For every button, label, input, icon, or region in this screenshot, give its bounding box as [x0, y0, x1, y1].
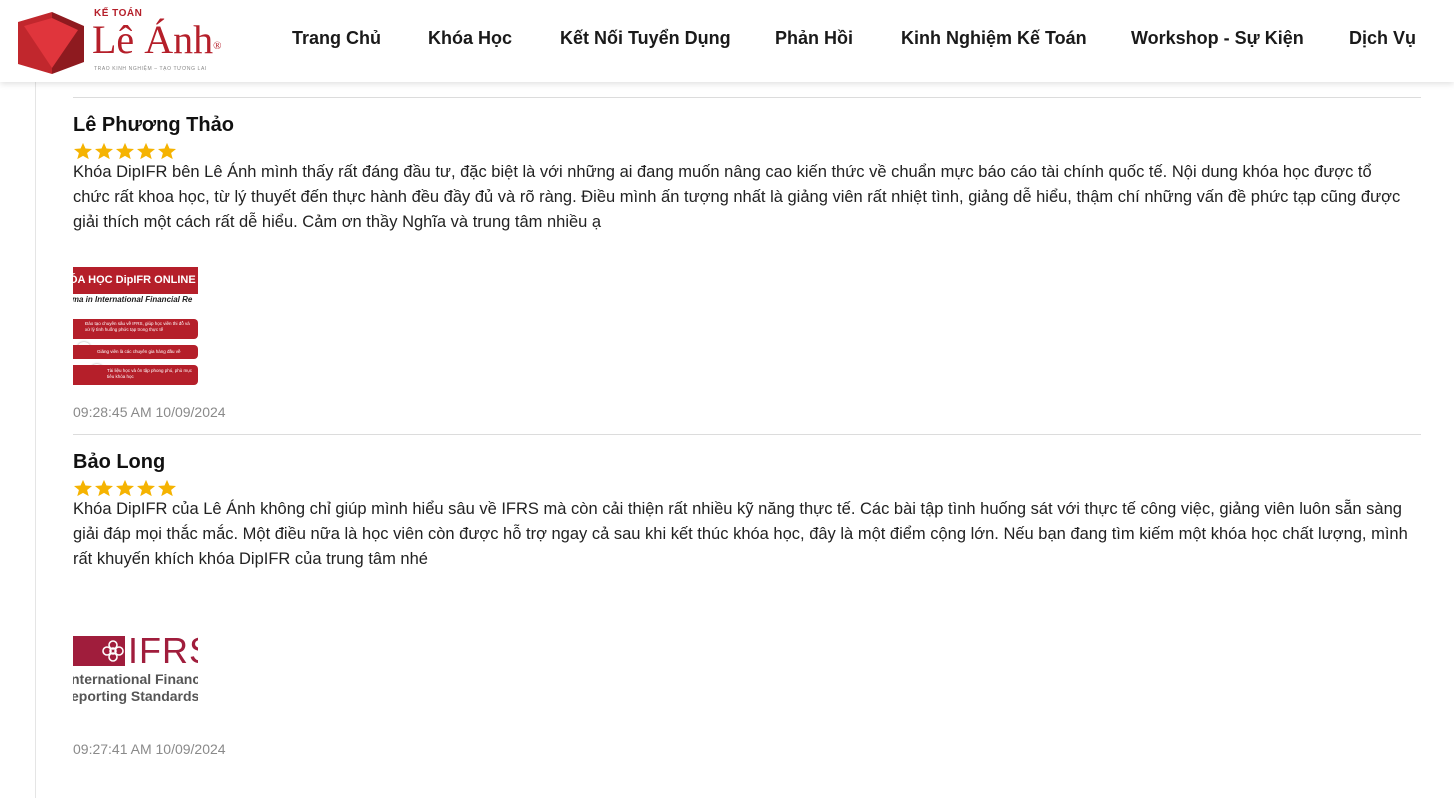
review-item: Lê Phương Thảo Khóa DipIFR bên Lê Ánh mì…: [73, 114, 1413, 424]
star-rating: [73, 479, 178, 497]
nav-item-dich-vu[interactable]: Dịch Vụ: [1349, 28, 1416, 49]
logo-mark-icon: [18, 12, 84, 74]
review-image-dipifr[interactable]: ÓA HỌC DipIFR ONLINE oma in Internationa…: [73, 267, 198, 385]
star-icon: [116, 479, 134, 497]
image-row: Giảng viên là các chuyên gia hàng đầu về: [73, 345, 198, 359]
image-title: ÓA HỌC DipIFR ONLINE: [73, 267, 198, 294]
nav-item-ket-noi-tuyen-dung[interactable]: Kết Nối Tuyển Dụng: [560, 28, 731, 49]
star-icon: [158, 479, 176, 497]
review-text: Khóa DipIFR của Lê Ánh không chỉ giúp mì…: [73, 500, 1408, 568]
ifrs-flower-icon: [102, 640, 124, 662]
logo-tagline: TRAO KINH NGHIỆM – TẠO TƯƠNG LAI: [94, 66, 207, 72]
star-icon: [95, 479, 113, 497]
star-icon: [74, 479, 92, 497]
star-icon: [158, 142, 176, 160]
review-text: Khóa DipIFR bên Lê Ánh mình thấy rất đán…: [73, 163, 1401, 231]
content-left-border: [35, 82, 36, 798]
reviewer-name: Bảo Long: [73, 451, 166, 473]
image-row: Đào tạo chuyên sâu về IFRS, giúp học viê…: [73, 319, 198, 339]
review-image-ifrs[interactable]: IFRS nternational Financia eporting Stan…: [73, 631, 198, 711]
ifrs-caption-line: eporting Standards: [73, 688, 198, 704]
nav-item-trang-chu[interactable]: Trang Chủ: [292, 28, 381, 49]
ifrs-logo-block: [73, 636, 125, 666]
ifrs-caption-line: nternational Financia: [73, 671, 198, 687]
star-rating: [73, 142, 178, 160]
review-divider: [73, 434, 1421, 435]
site-header: KẾ TOÁN Lê Ánh® TRAO KINH NGHIỆM – TẠO T…: [0, 0, 1454, 82]
review-timestamp: 09:27:41 AM 10/09/2024: [73, 741, 226, 757]
review-item: Bảo Long Khóa DipIFR của Lê Ánh không ch…: [73, 451, 1413, 771]
logo-name: Lê Ánh®: [92, 17, 222, 62]
brand-logo[interactable]: KẾ TOÁN Lê Ánh® TRAO KINH NGHIỆM – TẠO T…: [18, 8, 228, 76]
review-timestamp: 09:28:45 AM 10/09/2024: [73, 404, 226, 420]
nav-item-khoa-hoc[interactable]: Khóa Học: [428, 28, 512, 49]
reviewer-name: Lê Phương Thảo: [73, 114, 234, 136]
star-icon: [95, 142, 113, 160]
nav-item-workshop-su-kien[interactable]: Workshop - Sự Kiện: [1131, 28, 1304, 49]
star-icon: [137, 479, 155, 497]
review-divider: [73, 97, 1421, 98]
image-row: Tài liệu học và ôn tập phong phú, phù mụ…: [73, 365, 198, 385]
nav-item-phan-hoi[interactable]: Phản Hồi: [775, 28, 853, 49]
star-icon: [116, 142, 134, 160]
star-icon: [137, 142, 155, 160]
ifrs-wordmark: IFRS: [128, 631, 198, 671]
star-icon: [74, 142, 92, 160]
image-subtitle: oma in International Financial Re: [73, 295, 193, 304]
nav-item-kinh-nghiem-ke-toan[interactable]: Kinh Nghiệm Kế Toán: [901, 28, 1087, 49]
